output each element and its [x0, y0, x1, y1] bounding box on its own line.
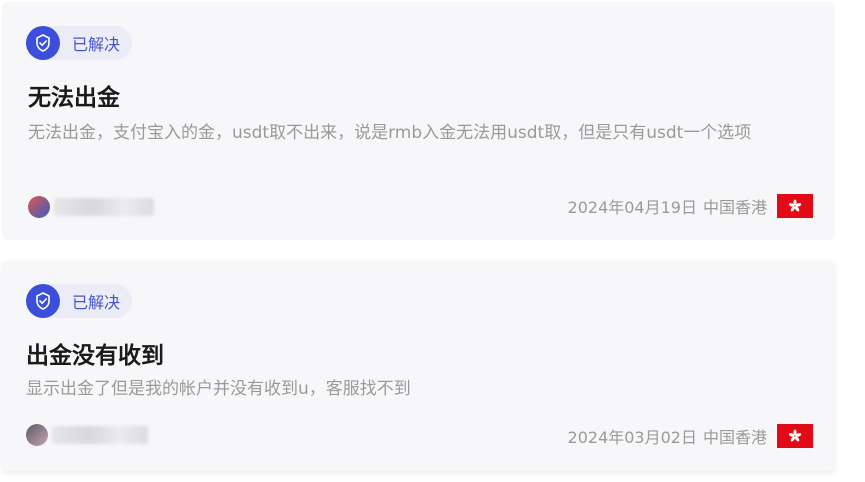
blurred-username [54, 198, 154, 216]
post-region: 中国香港 [702, 428, 767, 447]
complaint-card[interactable]: 已解决 无法出金 无法出金，支付宝入的金，usdt取不出来，说是rmb入金无法用… [2, 2, 835, 240]
hong-kong-flag-icon [777, 194, 813, 218]
post-region: 中国香港 [702, 198, 767, 217]
avatar[interactable] [26, 424, 48, 446]
user-info[interactable] [28, 196, 154, 218]
avatar[interactable] [28, 196, 50, 218]
complaint-list: 已解决 无法出金 无法出金，支付宝入的金，usdt取不出来，说是rmb入金无法用… [0, 0, 865, 482]
hong-kong-flag-icon [777, 424, 813, 448]
complaint-description: 显示出金了但是我的帐户并没有收到u，客服找不到 [26, 379, 411, 399]
status-badge: 已解决 [26, 284, 133, 318]
complaint-description: 无法出金，支付宝入的金，usdt取不出来，说是rmb入金无法用usdt取，但是只… [28, 123, 752, 143]
resolved-icon [26, 26, 60, 60]
user-info[interactable] [26, 424, 148, 446]
complaint-title[interactable]: 出金没有收到 [26, 336, 164, 370]
status-label: 已解决 [72, 35, 121, 54]
status-label: 已解决 [72, 293, 121, 312]
complaint-title[interactable]: 无法出金 [28, 78, 120, 112]
post-meta: 2024年03月02日 中国香港 [568, 424, 813, 448]
post-meta: 2024年04月19日 中国香港 [568, 194, 813, 218]
resolved-icon [26, 284, 60, 318]
blurred-username [52, 426, 148, 444]
post-date: 2024年04月19日 [567, 198, 697, 217]
post-date: 2024年03月02日 [567, 428, 697, 447]
status-badge: 已解决 [26, 26, 133, 60]
